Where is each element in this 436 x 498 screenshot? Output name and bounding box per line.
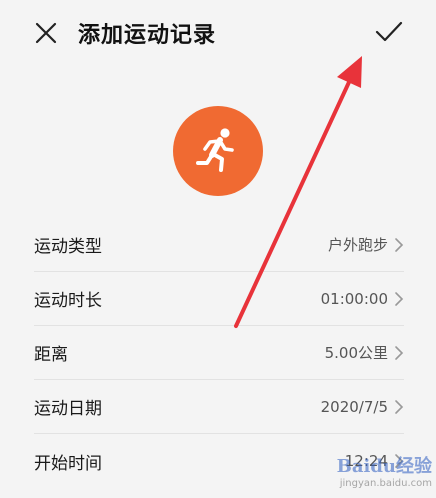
watermark-url: jingyan.baidu.com	[339, 477, 432, 489]
chevron-right-icon	[395, 345, 404, 360]
close-button[interactable]	[34, 21, 58, 45]
confirm-button[interactable]	[374, 20, 404, 44]
chevron-right-icon	[395, 237, 404, 252]
field-value: 户外跑步	[327, 236, 388, 254]
app-header: 添加运动记录	[0, 0, 436, 66]
checkmark-icon	[375, 21, 403, 42]
field-label: 运动时长	[34, 291, 102, 311]
field-label: 运动类型	[34, 237, 102, 257]
chevron-right-icon	[395, 399, 404, 414]
running-person-icon	[196, 128, 234, 172]
field-label: 开始时间	[34, 453, 102, 474]
chevron-right-icon	[395, 291, 404, 306]
field-row-date[interactable]: 运动日期 2020/7/5	[34, 380, 404, 434]
close-icon	[35, 22, 57, 44]
field-value: 01:00:00	[320, 289, 388, 308]
watermark: Baidu经验 jingyan.baidu.com	[328, 446, 432, 494]
field-row-distance[interactable]: 距离 5.00公里	[34, 326, 404, 380]
field-label: 距离	[34, 345, 68, 365]
field-label: 运动日期	[34, 399, 102, 419]
activity-type-icon-button[interactable]	[173, 106, 263, 196]
field-value: 5.00公里	[324, 344, 388, 362]
page-title: 添加运动记录	[78, 23, 217, 48]
field-row-activity-type[interactable]: 运动类型 户外跑步	[34, 218, 404, 272]
field-value: 2020/7/5	[320, 397, 388, 416]
field-row-duration[interactable]: 运动时长 01:00:00	[34, 272, 404, 326]
watermark-brand: Baidu经验	[336, 455, 432, 477]
